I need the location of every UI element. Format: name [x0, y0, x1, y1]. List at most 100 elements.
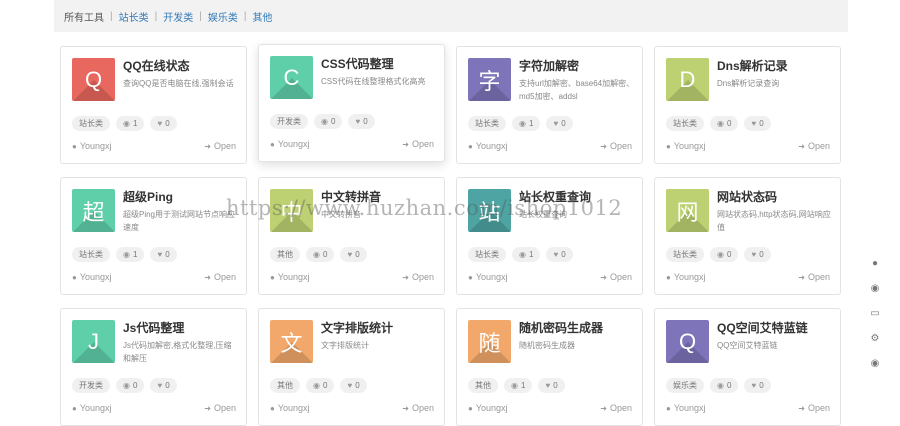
tool-card[interactable]: 字 字符加解密 支持url加解密、base64加解密、md5加密、addsl 站长类 ◉…: [456, 46, 643, 164]
qq-icon[interactable]: ●: [869, 258, 881, 270]
category-tag[interactable]: 娱乐类: [666, 378, 704, 393]
tool-title[interactable]: Js代码整理: [123, 319, 184, 336]
category-tag[interactable]: 其他: [468, 378, 498, 393]
tool-card[interactable]: 站站长权重查询 站长权重查询 站长类 ◉ 1 ♥ 0 ● Youngxj ➜ Open: [456, 177, 643, 295]
open-link[interactable]: ➜ Open: [798, 272, 830, 282]
tool-footer: ● Youngxj ➜ Open: [72, 272, 236, 282]
tool-card[interactable]: 文文字排版统计 文字排版统计 其他 ◉ 0 ♥ 0 ● Youngxj ➜ Open: [258, 308, 445, 426]
open-link[interactable]: ➜ Open: [204, 141, 236, 151]
open-link[interactable]: ➜ Open: [402, 272, 434, 282]
like-button[interactable]: ♥ 0: [744, 116, 771, 131]
category-tag[interactable]: 站长类: [666, 116, 704, 131]
tool-logo-char: Q: [678, 328, 697, 354]
like-button[interactable]: ♥ 0: [150, 247, 177, 262]
category-tag[interactable]: 其他: [270, 247, 300, 262]
breadcrumb-category-site[interactable]: 站长类: [119, 9, 149, 24]
weibo-icon[interactable]: ◉: [869, 283, 881, 295]
tool-logo-char: J: [88, 328, 99, 354]
view-count: ◉ 1: [116, 247, 145, 262]
tool-card[interactable]: 网 网站状态码 网站状态码,http状态码,网站响应值 站长类 ◉ 0 ♥ 0 ● Youngxj…: [654, 177, 841, 295]
tool-logo[interactable]: C: [270, 56, 313, 99]
category-tag[interactable]: 其他: [270, 378, 300, 393]
tool-card[interactable]: D Dns解析记录 Dns解析记录查询 站长类 ◉ 0 ♥ 0 ● Youngxj ➜ Open: [654, 46, 841, 164]
tool-title[interactable]: 超级Ping: [123, 188, 173, 205]
tool-card[interactable]: 超 超级Ping 超级Ping用于测试网站节点响应速度 站长类 ◉ 1 ♥ 0 ● Youngxj…: [60, 177, 247, 295]
open-link[interactable]: ➜ Open: [204, 403, 236, 413]
tool-logo[interactable]: Q: [72, 58, 115, 101]
like-button[interactable]: ♥ 0: [340, 247, 367, 262]
category-tag[interactable]: 站长类: [666, 247, 704, 262]
open-link[interactable]: ➜ Open: [798, 141, 830, 151]
breadcrumb-root[interactable]: 所有工具: [64, 9, 104, 24]
tool-meta: 娱乐类 ◉ 0 ♥ 0: [666, 378, 771, 393]
category-tag[interactable]: 开发类: [270, 114, 308, 129]
tool-title[interactable]: CSS代码整理: [321, 55, 394, 72]
tool-meta: 开发类 ◉ 0 ♥ 0: [72, 378, 177, 393]
tool-title[interactable]: Dns解析记录: [717, 57, 788, 74]
open-link[interactable]: ➜ Open: [600, 272, 632, 282]
like-button[interactable]: ♥ 0: [744, 378, 771, 393]
tool-title[interactable]: 网站状态码: [717, 188, 777, 205]
like-button[interactable]: ♥ 0: [546, 116, 573, 131]
open-link[interactable]: ➜ Open: [600, 403, 632, 413]
sign-in-icon: ➜: [798, 272, 805, 282]
github-icon[interactable]: ◉: [869, 358, 881, 370]
author: ● Youngxj: [270, 403, 310, 413]
tool-footer: ● Youngxj ➜ Open: [666, 141, 830, 151]
tool-card[interactable]: 随随机密码生成器 随机密码生成器 其他 ◉ 1 ♥ 0 ● Youngxj ➜ Open: [456, 308, 643, 426]
tool-title[interactable]: QQ在线状态: [123, 57, 190, 74]
tool-title[interactable]: QQ空间艾特蓝链: [717, 319, 808, 336]
user-icon: ●: [468, 403, 473, 413]
tool-footer: ● Youngxj ➜ Open: [468, 141, 632, 151]
category-tag[interactable]: 站长类: [72, 247, 110, 262]
like-button[interactable]: ♥ 0: [744, 247, 771, 262]
like-button[interactable]: ♥ 0: [340, 378, 367, 393]
tool-logo[interactable]: Q: [666, 320, 709, 363]
tool-card[interactable]: 中中文转拼音 中文转拼音 其他 ◉ 0 ♥ 0 ● Youngxj ➜ Open: [258, 177, 445, 295]
tool-title[interactable]: 随机密码生成器: [519, 319, 603, 336]
like-button[interactable]: ♥ 0: [150, 378, 177, 393]
open-link[interactable]: ➜ Open: [600, 141, 632, 151]
tool-card[interactable]: Q QQ在线状态 查询QQ是否电脑在线,强制会话 站长类 ◉ 1 ♥ 0 ● Youngxj ➜ Op…: [60, 46, 247, 164]
like-button[interactable]: ♥ 0: [348, 114, 375, 129]
tool-logo[interactable]: 文: [270, 320, 313, 363]
like-button[interactable]: ♥ 0: [538, 378, 565, 393]
tool-title[interactable]: 文字排版统计: [321, 319, 393, 336]
breadcrumb: 所有工具 | 站长类 | 开发类 | 娱乐类 | 其他: [54, 0, 848, 32]
view-count: ◉ 1: [116, 116, 145, 131]
tool-card[interactable]: J Js代码整理 Js代码加解密,格式化整理,压缩和解压 开发类 ◉ 0 ♥ 0 ● Youngx…: [60, 308, 247, 426]
breadcrumb-category-other[interactable]: 其他: [252, 9, 272, 24]
open-link[interactable]: ➜ Open: [402, 139, 434, 149]
tool-logo-char: D: [679, 66, 696, 92]
tool-meta: 其他 ◉ 0 ♥ 0: [270, 247, 367, 262]
category-tag[interactable]: 站长类: [468, 116, 506, 131]
breadcrumb-category-dev[interactable]: 开发类: [163, 9, 193, 24]
like-button[interactable]: ♥ 0: [150, 116, 177, 131]
breadcrumb-category-fun[interactable]: 娱乐类: [208, 9, 238, 24]
open-link[interactable]: ➜ Open: [402, 403, 434, 413]
open-link[interactable]: ➜ Open: [204, 272, 236, 282]
tool-meta: 站长类 ◉ 1 ♥ 0: [468, 116, 573, 131]
user-icon: ●: [666, 141, 671, 151]
category-tag[interactable]: 开发类: [72, 378, 110, 393]
user-icon: ●: [666, 272, 671, 282]
tool-logo[interactable]: D: [666, 58, 709, 101]
category-tag[interactable]: 站长类: [72, 116, 110, 131]
tool-title[interactable]: 字符加解密: [519, 57, 579, 74]
author: ● Youngxj: [666, 272, 706, 282]
tool-logo[interactable]: 超: [72, 189, 115, 232]
tool-logo[interactable]: 随: [468, 320, 511, 363]
category-tag[interactable]: 站长类: [468, 247, 506, 262]
tool-logo[interactable]: 网: [666, 189, 709, 232]
gear-icon[interactable]: ⚙: [869, 333, 881, 345]
like-button[interactable]: ♥ 0: [546, 247, 573, 262]
heart-icon: ♥: [751, 119, 757, 128]
tool-logo[interactable]: J: [72, 320, 115, 363]
tool-card[interactable]: Q QQ空间艾特蓝链 QQ空间艾特蓝链 娱乐类 ◉ 0 ♥ 0 ● Youngxj ➜ Open: [654, 308, 841, 426]
tool-card[interactable]: C CSS代码整理 CSS代码在线整理格式化高亮 开发类 ◉ 0 ♥ 0 ● Youngxj ➜ Op…: [258, 44, 445, 162]
tool-description: Js代码加解密,格式化整理,压缩和解压: [123, 341, 232, 363]
open-link[interactable]: ➜ Open: [798, 403, 830, 413]
tool-logo-char: C: [283, 64, 300, 90]
monitor-icon[interactable]: ▭: [869, 308, 881, 320]
tool-logo[interactable]: 字: [468, 58, 511, 101]
